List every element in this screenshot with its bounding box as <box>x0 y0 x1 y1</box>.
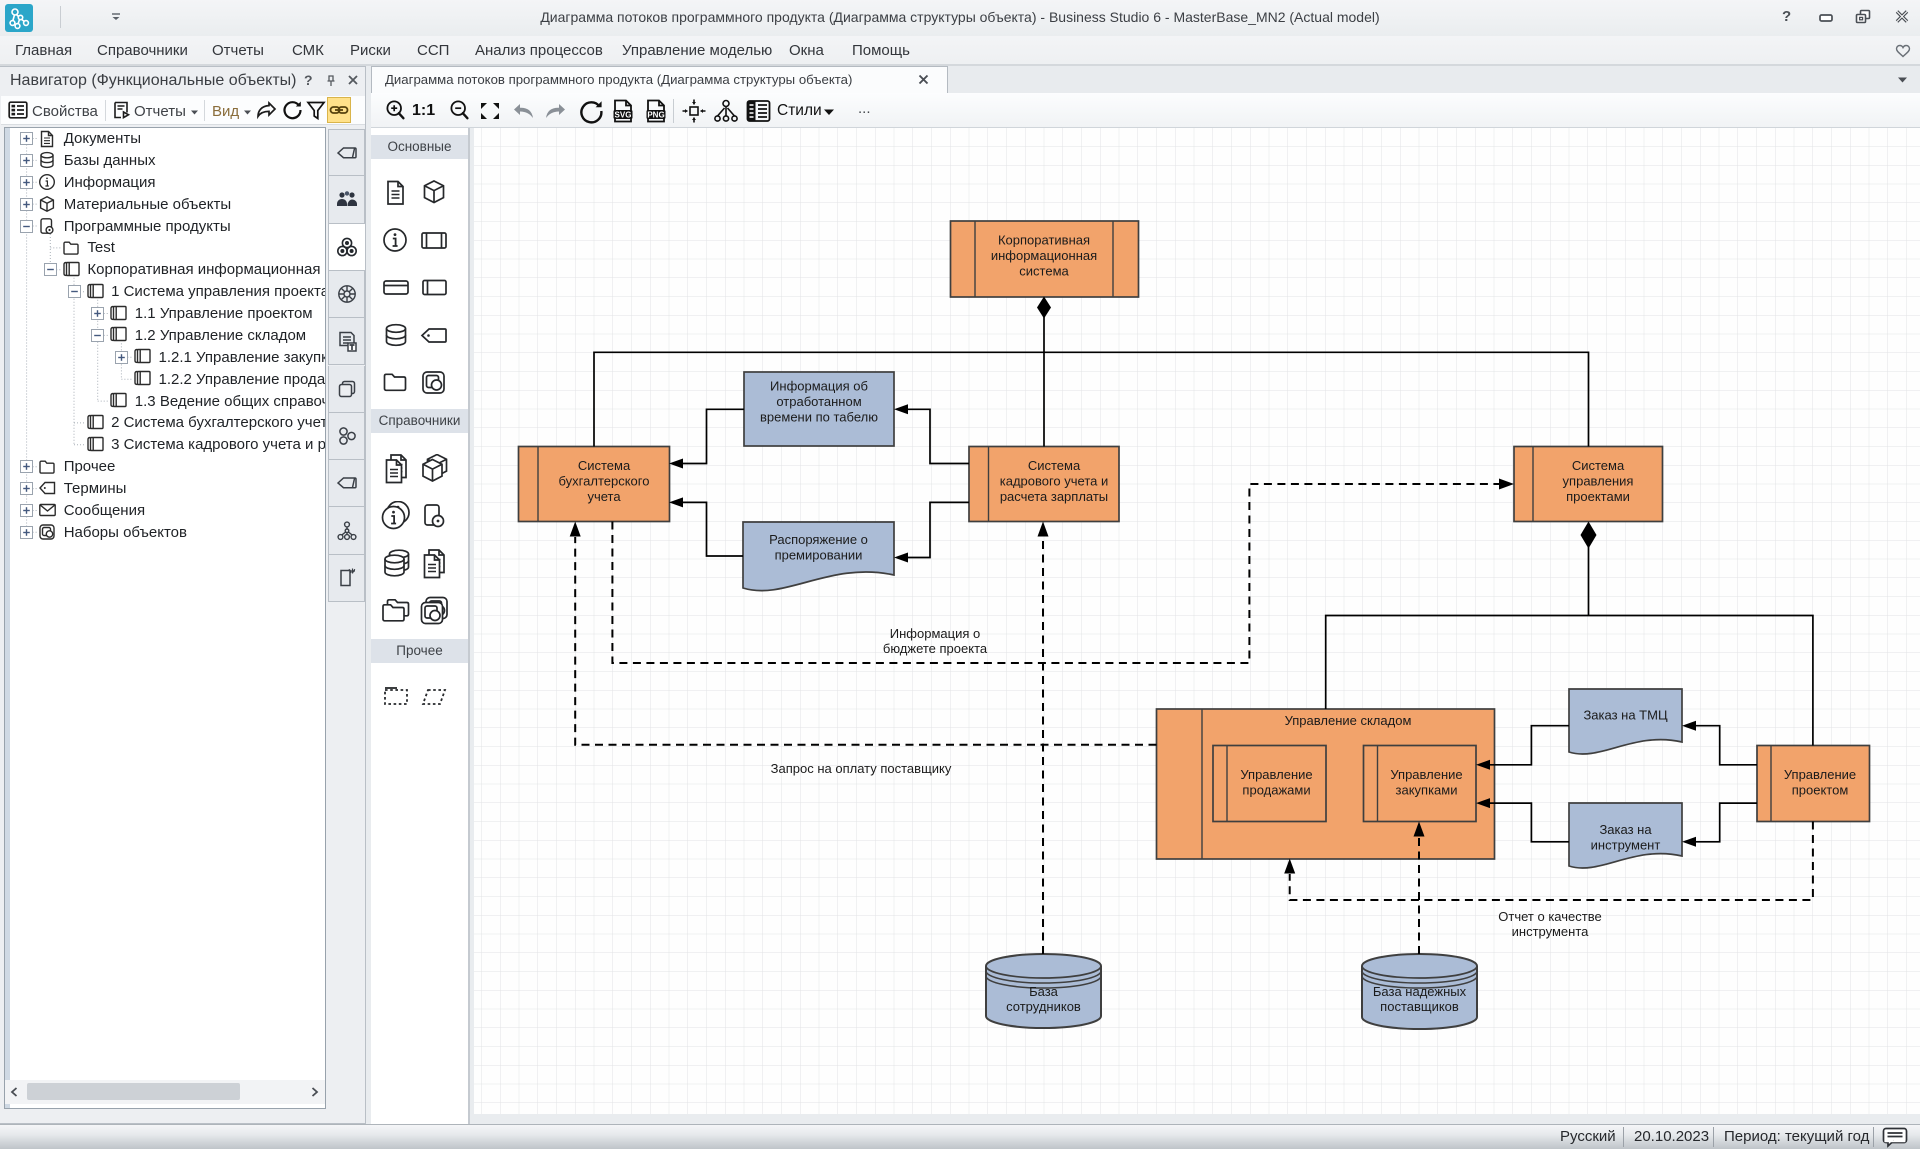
svg-text:Информация обюджете проекта: Информация обюджете проекта <box>883 626 988 656</box>
svg-text:Системауправленияпроектами: Системауправленияпроектами <box>1563 458 1634 504</box>
svg-text:Распоряжение опремировании: Распоряжение опремировании <box>769 532 868 563</box>
svg-text:Управление складом: Управление складом <box>1285 713 1412 728</box>
svg-text:Заказ на ТМЦ: Заказ на ТМЦ <box>1583 708 1668 723</box>
svg-text:Информация оботработанномвреме: Информация оботработанномвремени по табе… <box>760 379 878 425</box>
svg-text:Управлениезакупками: Управлениезакупками <box>1390 767 1462 798</box>
svg-text:PNG: PNG <box>647 110 664 119</box>
svg-text:Заказ наинструмент: Заказ наинструмент <box>1591 822 1661 853</box>
svg-text:Запрос на оплату поставщику: Запрос на оплату поставщику <box>771 761 952 776</box>
svg-text:Управлениепроектом: Управлениепроектом <box>1784 767 1856 798</box>
svg-text:Управлениепродажами: Управлениепродажами <box>1240 767 1312 798</box>
svg-text:SVG: SVG <box>615 110 632 119</box>
svg-text:База надежныхпоставщиков: База надежныхпоставщиков <box>1373 984 1467 1014</box>
svg-text:Отчет о качествеинструмента: Отчет о качествеинструмента <box>1498 909 1601 939</box>
